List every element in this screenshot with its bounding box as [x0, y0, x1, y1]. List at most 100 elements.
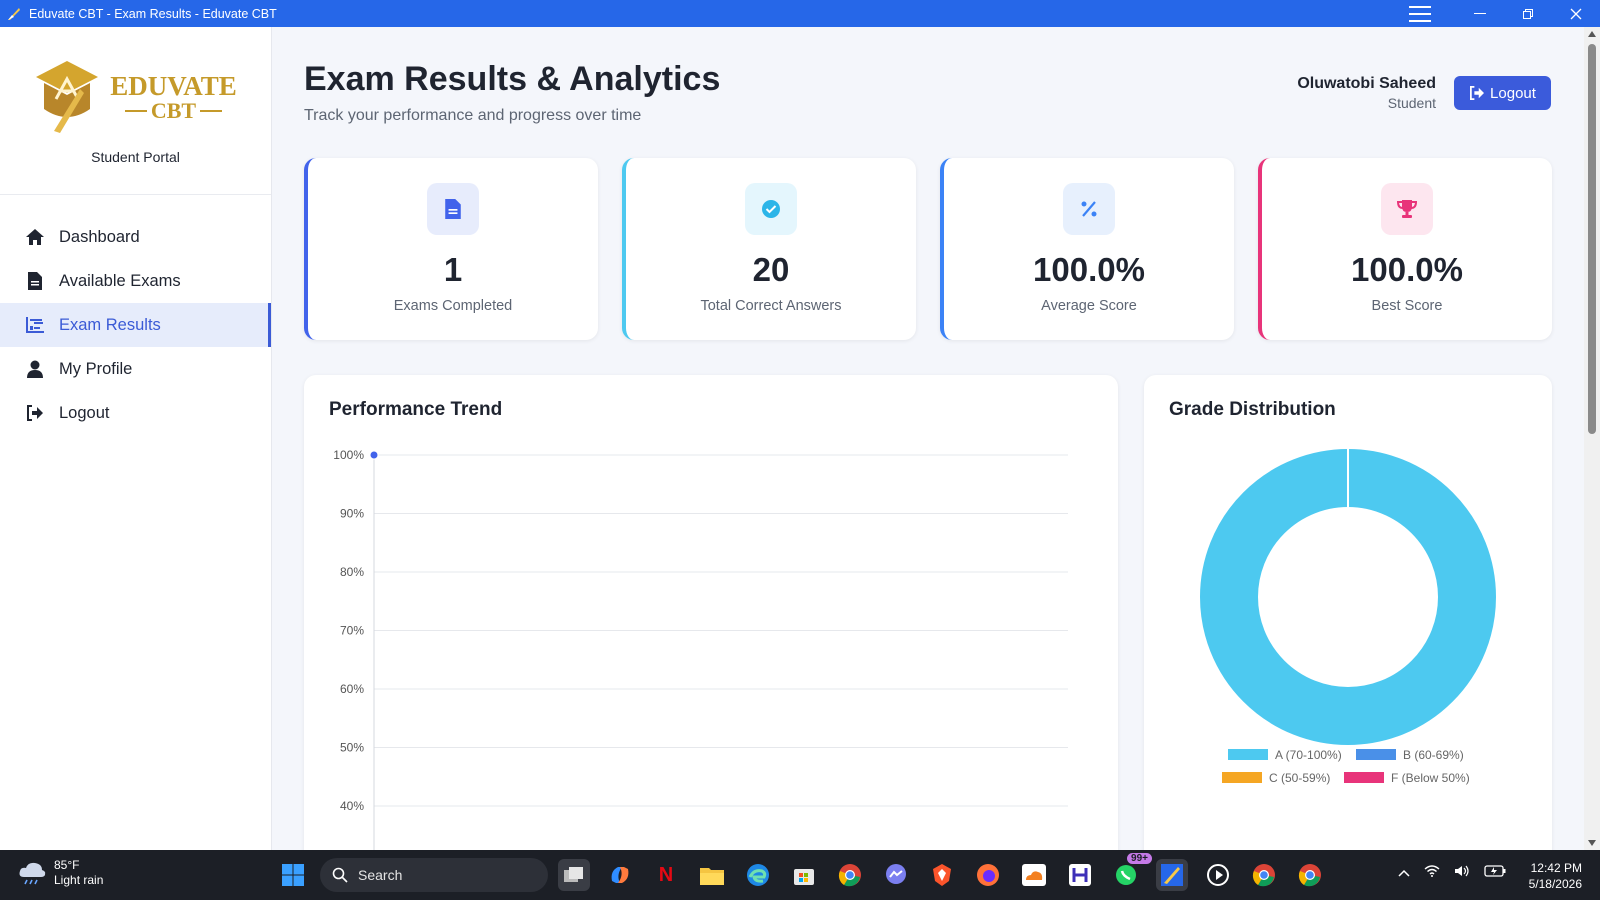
logout-icon	[1470, 86, 1485, 100]
taskbar-pinned-apps	[277, 859, 309, 891]
brand-section: EDUVATE CBT Student Portal	[0, 27, 271, 195]
window-title: Eduvate CBT - Exam Results - Eduvate CBT	[29, 6, 277, 21]
weather-widget[interactable]: 85°F Light rain	[18, 858, 103, 888]
legend-swatch	[1344, 772, 1384, 783]
sidebar-item-exam-results[interactable]: Exam Results	[0, 303, 271, 347]
y-tick-label: 40%	[340, 799, 364, 813]
cloud-rain-icon	[19, 862, 46, 885]
page-scrollbar[interactable]	[1584, 27, 1600, 850]
sidebar-item-label: Available Exams	[59, 271, 181, 290]
system-tray	[1398, 864, 1506, 880]
legend-swatch	[1222, 772, 1262, 783]
sidebar-item-my-profile[interactable]: My Profile	[0, 347, 271, 391]
scrollbar-thumb[interactable]	[1588, 44, 1596, 434]
user-info: Oluwatobi Saheed Student	[1297, 75, 1436, 111]
media-player-icon[interactable]	[1202, 859, 1234, 891]
legend-label: F (Below 50%)	[1391, 771, 1470, 785]
chevron-up-icon[interactable]	[1398, 864, 1410, 880]
minimize-icon[interactable]	[1456, 0, 1504, 27]
y-tick-label: 90%	[340, 507, 364, 521]
pie-slice	[1200, 449, 1496, 745]
taskbar-app-icons: N 99+	[558, 853, 1326, 891]
percent-icon	[1063, 183, 1115, 235]
close-icon[interactable]	[1552, 0, 1600, 27]
chrome-icon[interactable]	[834, 859, 866, 891]
sidebar-item-label: My Profile	[59, 359, 133, 378]
graduation-cap-logo-icon	[36, 61, 99, 133]
taskbar: 85°F Light rain Search N 99+ 12:42 PM 5/…	[0, 850, 1600, 900]
grade-distribution-chart: A (70-100%) B (60-69%) C (50-59%) F (Below …	[1200, 449, 1496, 785]
file-explorer-icon[interactable]	[696, 859, 728, 891]
legend-label: B (60-69%)	[1403, 748, 1464, 762]
brave-icon[interactable]	[926, 859, 958, 891]
cloud-app-icon[interactable]	[1018, 859, 1050, 891]
search-label: Search	[358, 867, 403, 883]
chart-icon	[25, 315, 45, 335]
document-icon	[427, 183, 479, 235]
portal-label: Student Portal	[91, 149, 180, 165]
whatsapp-icon[interactable]: 99+	[1110, 853, 1152, 891]
user-role: Student	[1387, 95, 1436, 111]
logout-button-label: Logout	[1490, 84, 1536, 102]
user-icon	[25, 359, 45, 379]
home-icon	[25, 227, 45, 247]
volume-icon[interactable]	[1454, 864, 1470, 880]
legend-label: A (70-100%)	[1275, 748, 1342, 762]
stat-card-exams-completed: 1 Exams Completed	[304, 158, 598, 340]
logout-icon	[25, 403, 45, 423]
microsoft-store-icon[interactable]	[788, 859, 820, 891]
data-point	[369, 450, 379, 460]
app-icon	[8, 7, 20, 20]
stat-value: 100.0%	[1033, 251, 1145, 288]
stat-card-average-score: 100.0% Average Score	[940, 158, 1234, 340]
y-tick-label: 100%	[333, 448, 364, 462]
chrome-profile-icon[interactable]	[1248, 859, 1280, 891]
restore-icon[interactable]	[1504, 0, 1552, 27]
taskbar-clock[interactable]: 12:42 PM 5/18/2026	[1529, 860, 1582, 892]
logout-button[interactable]: Logout	[1454, 76, 1551, 110]
eduvate-app-icon[interactable]	[1156, 859, 1188, 891]
hamburger-menu-icon[interactable]	[1396, 0, 1444, 27]
stats-row: 1 Exams Completed 20 Total Correct Answe…	[304, 158, 1552, 340]
stat-label: Total Correct Answers	[700, 298, 842, 314]
sidebar-item-label: Logout	[59, 403, 110, 422]
taskbar-search[interactable]: Search	[320, 858, 548, 892]
wifi-icon[interactable]	[1424, 864, 1440, 880]
battery-icon[interactable]	[1484, 864, 1506, 880]
hashnode-app-icon[interactable]	[1064, 859, 1096, 891]
stat-label: Exams Completed	[393, 298, 513, 314]
search-icon	[332, 867, 348, 883]
main-content: Exam Results & Analytics Track your perf…	[272, 27, 1584, 865]
y-tick-label: 70%	[340, 624, 364, 638]
trophy-icon	[1381, 183, 1433, 235]
copilot-icon[interactable]	[604, 859, 636, 891]
sidebar-item-label: Dashboard	[59, 227, 140, 246]
chrome-profile-2-icon[interactable]	[1294, 859, 1326, 891]
firefox-icon[interactable]	[972, 859, 1004, 891]
user-name: Oluwatobi Saheed	[1297, 75, 1436, 92]
performance-trend-panel: Performance Trend 100% 90% 80% 70% 60% 50% 40%	[304, 375, 1118, 865]
edge-icon[interactable]	[742, 859, 774, 891]
legend-label: C (50-59%)	[1269, 771, 1330, 785]
sidebar-item-available-exams[interactable]: Available Exams	[0, 259, 271, 303]
sidebar-nav: Dashboard Available Exams Exam Results M…	[0, 215, 271, 435]
weather-temp: 85°F	[54, 858, 80, 872]
clock-time: 12:42 PM	[1530, 861, 1582, 875]
messenger-icon[interactable]	[880, 859, 912, 891]
performance-trend-chart: 100% 90% 80% 70% 60% 50% 40%	[333, 448, 1068, 865]
task-view-icon[interactable]	[558, 859, 590, 891]
sidebar-item-label: Exam Results	[59, 315, 161, 334]
stat-card-total-correct: 20 Total Correct Answers	[622, 158, 916, 340]
sidebar: EDUVATE CBT Student Portal Dashboard Ava…	[0, 27, 272, 850]
weather-desc: Light rain	[54, 873, 104, 887]
sidebar-item-dashboard[interactable]: Dashboard	[0, 215, 271, 259]
check-circle-icon	[745, 183, 797, 235]
sidebar-item-logout[interactable]: Logout	[0, 391, 271, 435]
stat-label: Average Score	[1041, 298, 1137, 314]
grade-distribution-panel: Grade Distribution A (70-100%) B (60-69%)…	[1144, 375, 1552, 865]
notification-badge: 99+	[1127, 853, 1152, 864]
stat-value: 20	[752, 251, 790, 288]
netflix-icon[interactable]: N	[650, 859, 682, 891]
page-title: Exam Results & Analytics	[304, 60, 721, 98]
windows-start-icon[interactable]	[277, 859, 309, 891]
